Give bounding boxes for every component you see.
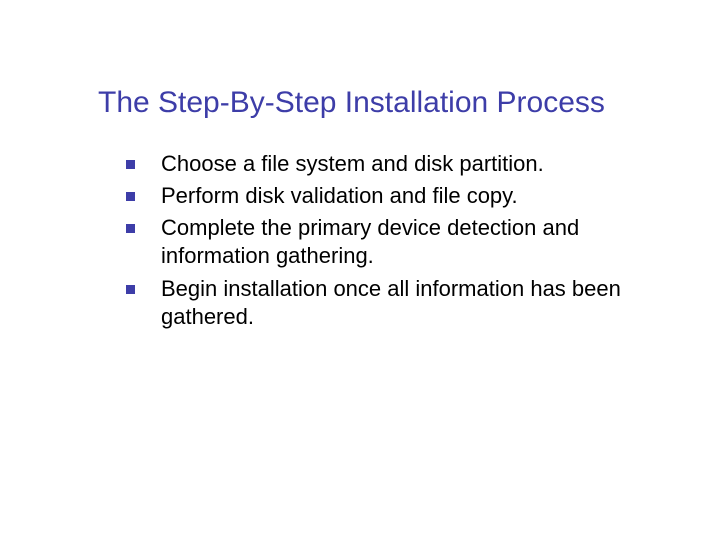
list-item: Perform disk validation and file copy. <box>126 182 658 210</box>
list-item: Complete the primary device detection an… <box>126 214 658 270</box>
square-bullet-icon <box>126 192 135 201</box>
slide: The Step-By-Step Installation Process Ch… <box>0 0 720 540</box>
bullet-text: Begin installation once all information … <box>161 275 658 331</box>
square-bullet-icon <box>126 224 135 233</box>
square-bullet-icon <box>126 285 135 294</box>
slide-title: The Step-By-Step Installation Process <box>0 0 720 120</box>
bullet-text: Complete the primary device detection an… <box>161 214 658 270</box>
bullet-list: Choose a file system and disk partition.… <box>0 150 720 331</box>
square-bullet-icon <box>126 160 135 169</box>
list-item: Choose a file system and disk partition. <box>126 150 658 178</box>
bullet-text: Choose a file system and disk partition. <box>161 150 544 178</box>
list-item: Begin installation once all information … <box>126 275 658 331</box>
bullet-text: Perform disk validation and file copy. <box>161 182 518 210</box>
